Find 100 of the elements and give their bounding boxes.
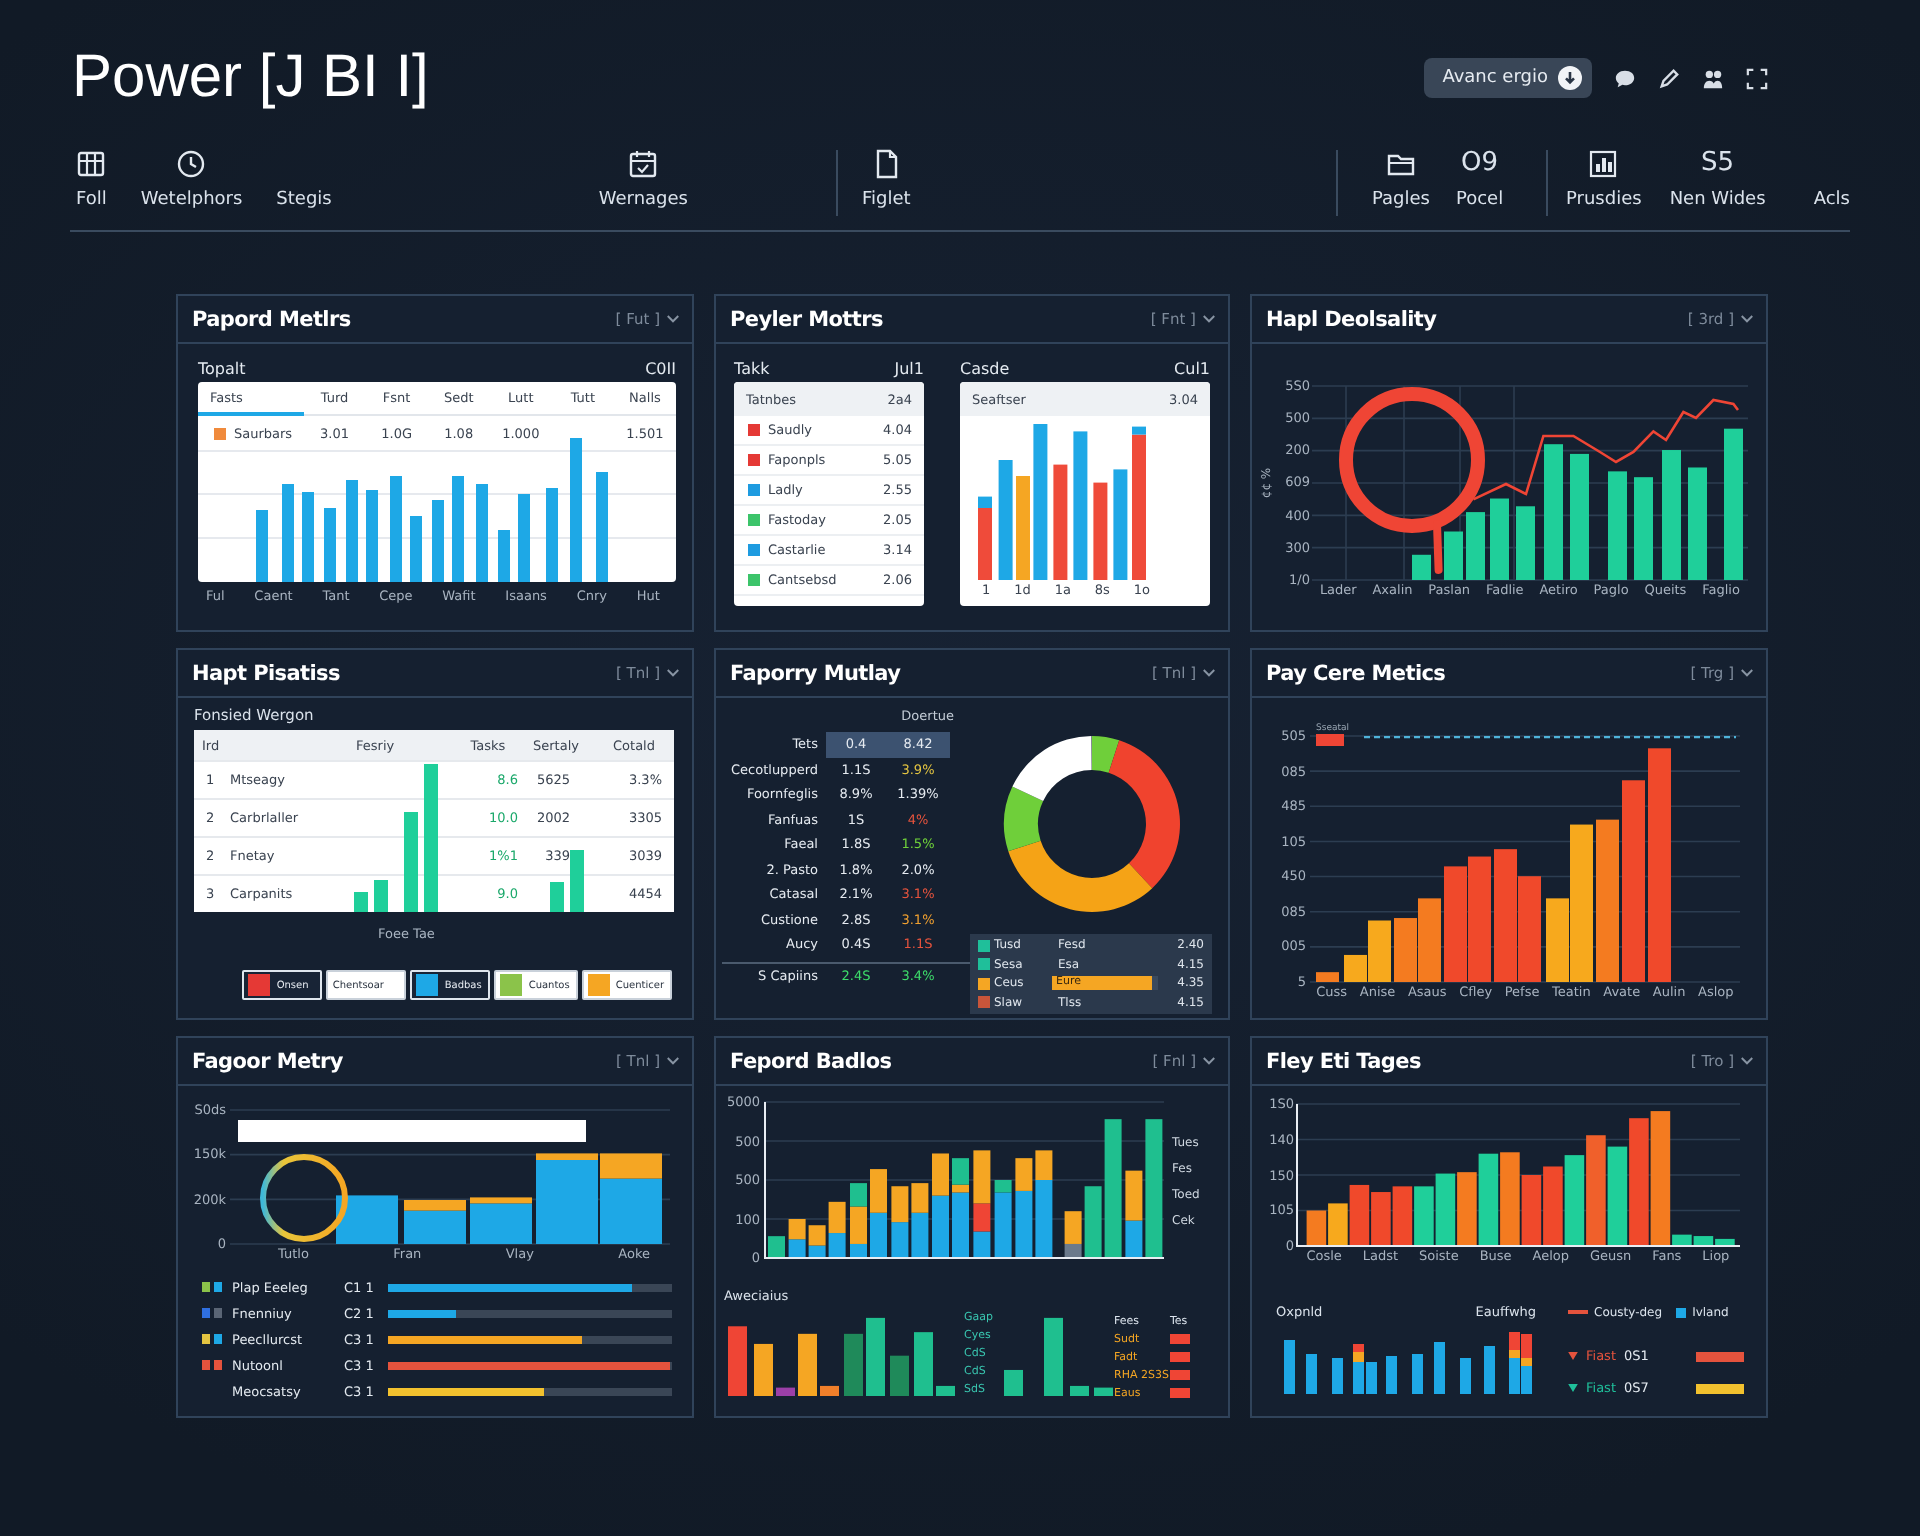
bar	[1394, 918, 1417, 982]
bar	[1053, 464, 1068, 580]
bar	[1316, 972, 1339, 982]
toolbar-button[interactable]: Wernages	[598, 148, 688, 210]
chevron-down-icon	[666, 314, 680, 324]
bar	[596, 472, 608, 582]
bar	[1500, 1152, 1520, 1246]
stacked-bar	[1015, 1158, 1033, 1258]
toolbar-button[interactable]: Acls	[1813, 148, 1850, 210]
bar	[728, 1326, 747, 1396]
section-value: Cul1	[1174, 359, 1210, 377]
chevron-down-icon	[1202, 314, 1216, 324]
users-icon[interactable]	[1702, 67, 1724, 89]
stacked-bar	[1460, 1358, 1471, 1394]
download-icon	[1558, 66, 1582, 90]
bar	[410, 516, 422, 582]
color-swatch-icon	[1170, 1388, 1190, 1398]
stacked-bar	[1284, 1340, 1295, 1394]
bar	[1494, 849, 1517, 982]
chevron-down-icon	[1740, 1056, 1754, 1066]
toolbar-button[interactable]: Foll	[76, 148, 107, 210]
panel-title: Fepord Badlos	[730, 1049, 892, 1073]
bar	[1543, 1166, 1563, 1246]
stacked-bar	[336, 1195, 398, 1244]
bar	[998, 460, 1013, 580]
toolbar-button[interactable]: Stegis	[276, 148, 332, 210]
bar	[776, 1387, 795, 1396]
bar	[1564, 1155, 1585, 1246]
toolbar-button[interactable]: Figlet	[862, 148, 911, 210]
color-swatch-icon	[1170, 1352, 1190, 1362]
bar	[1570, 453, 1589, 580]
toolbar-button[interactable]: Pagles	[1372, 148, 1430, 210]
bar	[1093, 482, 1108, 580]
stacked-bar	[1035, 1150, 1053, 1258]
section-label: Topalt	[198, 359, 246, 377]
chevron-down-icon	[666, 668, 680, 678]
bar	[1607, 1146, 1628, 1246]
bar	[1634, 477, 1653, 580]
bar	[354, 892, 368, 912]
color-swatch-icon	[1170, 1370, 1190, 1380]
toolbar-button[interactable]: O9 Pocel	[1455, 148, 1504, 210]
bar	[404, 812, 418, 912]
ring-icon	[260, 1154, 348, 1242]
bar	[302, 492, 314, 582]
toolbar-button[interactable]: S5 Nen Wides	[1669, 148, 1766, 210]
bar	[1688, 467, 1707, 580]
bar	[452, 476, 464, 582]
action-button[interactable]: Avanc ergio	[1424, 58, 1592, 98]
stacked-bar	[911, 1183, 929, 1258]
bar	[550, 882, 564, 912]
stacked-bar	[1484, 1346, 1495, 1394]
stacked-bar	[1412, 1354, 1423, 1394]
panel-title: Peyler Mottrs	[730, 307, 883, 331]
bar	[518, 494, 530, 582]
bar	[1586, 1135, 1606, 1246]
bar	[346, 480, 358, 582]
toolbar-button[interactable]: Prusdies	[1566, 148, 1642, 210]
bar	[866, 1317, 885, 1396]
bar	[890, 1355, 909, 1396]
bar	[1412, 554, 1431, 580]
stacked-bar	[1386, 1356, 1397, 1394]
bar	[1518, 876, 1541, 982]
bar	[374, 880, 388, 912]
bar	[1662, 450, 1681, 580]
color-swatch-icon	[1170, 1334, 1190, 1344]
table-icon	[76, 148, 107, 180]
bar	[1016, 476, 1030, 580]
panel-title: Fley Eti Tages	[1266, 1049, 1421, 1073]
bar	[570, 438, 582, 582]
stacked-bar	[973, 1150, 991, 1258]
bar	[390, 476, 402, 582]
expand-icon[interactable]	[1746, 67, 1768, 89]
pen-icon[interactable]	[1658, 67, 1680, 89]
stacked-bar	[952, 1158, 969, 1258]
bar	[256, 510, 268, 582]
toolbar-button[interactable]: Wetelphors	[140, 148, 243, 210]
bar	[1418, 898, 1441, 982]
bar	[798, 1333, 817, 1396]
color-swatch-icon	[214, 427, 226, 439]
stacked-bar	[600, 1153, 662, 1244]
stacked-bar	[768, 1236, 785, 1258]
bar	[1444, 531, 1463, 580]
bar	[936, 1385, 955, 1396]
bar	[1516, 506, 1535, 580]
calendar-icon	[628, 148, 659, 180]
stacked-bar	[1332, 1358, 1343, 1394]
bar	[366, 490, 378, 582]
bar	[914, 1332, 933, 1396]
panel-title: Hapt Pisatiss	[192, 661, 340, 685]
bar	[570, 850, 584, 912]
bar	[844, 1333, 863, 1396]
chat-icon[interactable]	[1614, 67, 1636, 89]
bar	[1070, 1385, 1089, 1396]
panel-title: Faporry Mutlay	[730, 661, 901, 685]
bar	[1490, 498, 1509, 580]
section-value: C0II	[645, 359, 676, 377]
section-value: Jul1	[894, 359, 924, 377]
panel-title: Fagoor Metry	[192, 1049, 343, 1073]
stacked-bar	[850, 1183, 867, 1258]
bar	[1444, 866, 1467, 982]
